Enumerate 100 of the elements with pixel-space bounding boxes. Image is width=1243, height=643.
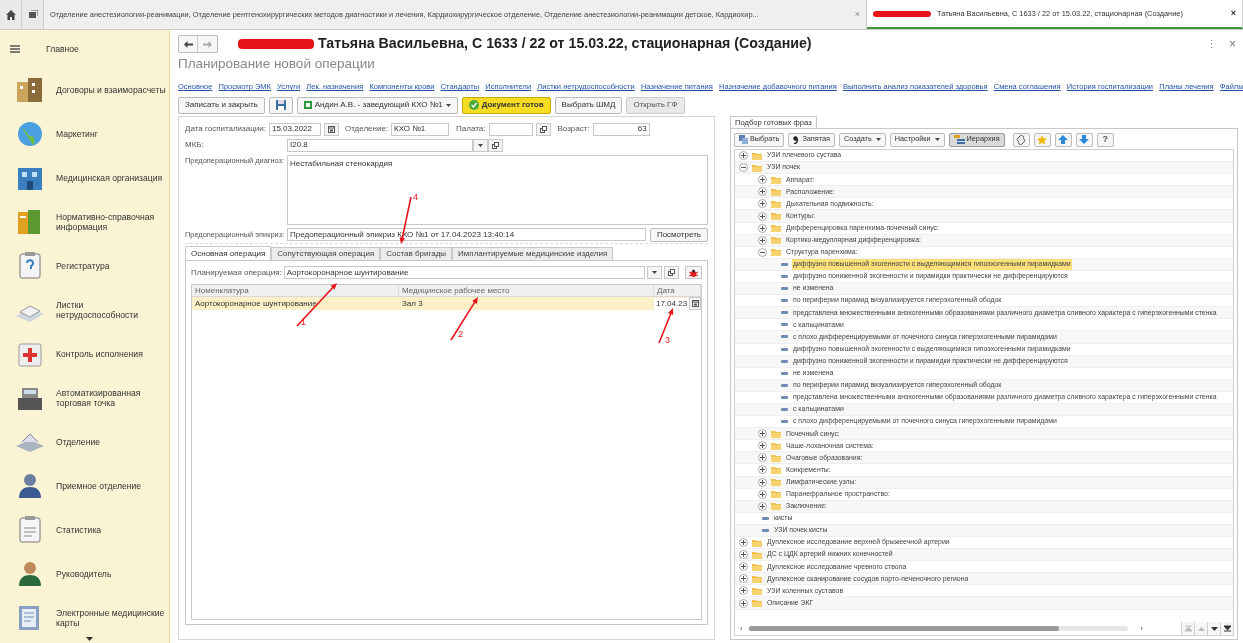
redaction-mark <box>873 10 931 17</box>
caret-down-icon <box>652 271 657 274</box>
field-label: Палата: <box>456 123 486 135</box>
sidebar-item[interactable]: Договоры и взаиморасчеты <box>56 85 166 95</box>
arrow-down-icon <box>1210 625 1218 632</box>
tool-button[interactable] <box>685 266 702 279</box>
dash-icon <box>781 299 788 303</box>
tab[interactable]: Сопутствующая операция <box>271 247 381 261</box>
sidebar-item[interactable]: Приемное отделение <box>56 481 166 491</box>
stack-icon <box>27 9 38 20</box>
date-field[interactable]: 15.03.2022 <box>268 122 321 136</box>
field-label: Дата госпитализации: <box>185 123 266 135</box>
input-field[interactable]: 63 <box>592 122 650 136</box>
sidebar-item[interactable]: Регистратура <box>56 261 166 271</box>
dash-icon <box>781 359 788 363</box>
folder-icon <box>752 538 762 547</box>
open-button[interactable] <box>664 266 679 279</box>
calendar-icon <box>327 125 335 133</box>
sidebar-item[interactable]: Листки нетрудоспособности <box>56 300 166 320</box>
folder-icon <box>771 248 781 257</box>
toolbar-button[interactable] <box>1012 132 1030 147</box>
horizontal-scrollbar-icon <box>739 625 1144 632</box>
sidebar-item[interactable]: Главное <box>46 44 156 54</box>
caret-down-icon <box>875 138 881 141</box>
dash-icon <box>781 420 788 424</box>
folder-icon <box>752 599 762 607</box>
field-label: МКБ: <box>185 139 205 151</box>
table-row[interactable]: Аортокоронарное шунтирование Зал 3 17.04.23 <box>192 297 701 310</box>
toolbar-button[interactable] <box>1075 132 1093 147</box>
sidebar-item[interactable]: Электронные медицинские карты <box>56 608 166 628</box>
dash-icon <box>762 528 769 532</box>
toolbar-button[interactable]: Выбрать ШМД <box>554 96 623 114</box>
sidebar-item[interactable]: Статистика <box>56 525 166 535</box>
field-label: Планируемая операция: <box>191 266 282 279</box>
sidebar-item[interactable]: Руководитель <box>56 569 166 579</box>
open-window-icon <box>668 269 675 276</box>
folder-icon <box>771 236 781 245</box>
dash-icon <box>781 395 788 399</box>
calendar-button[interactable] <box>323 122 339 136</box>
folder-icon <box>771 429 781 438</box>
view-button[interactable]: Посмотреть <box>649 227 708 242</box>
sidebar-item[interactable]: Медицинская организация <box>56 173 166 183</box>
sidebar-item[interactable]: Нормативно-справочная информация <box>56 212 166 232</box>
form-subtitle: Планирование новой операции <box>178 54 375 73</box>
toolbar-button[interactable]: Записать и закрыть <box>178 96 265 114</box>
star-icon <box>1037 134 1048 145</box>
caret-down-icon <box>934 138 940 141</box>
check-circle-icon <box>468 100 479 110</box>
dropdown-button[interactable] <box>473 138 488 152</box>
input-field[interactable] <box>488 122 533 136</box>
close-button[interactable]: × <box>1230 6 1236 21</box>
input-field[interactable]: КХО №1 <box>391 122 450 136</box>
tab[interactable]: Имплантируемые медицинские изделия <box>452 247 614 261</box>
dash-icon <box>781 347 788 351</box>
table-cell-text: Аортокоронарное шунтирование <box>194 297 318 310</box>
toolbar-button[interactable]: Открыть ГФ <box>626 96 685 114</box>
annotation-number: 2 <box>458 330 463 339</box>
dash-icon <box>781 323 788 327</box>
menu-icon <box>10 45 20 53</box>
sidebar-item[interactable]: Контроль исполнения <box>56 349 166 359</box>
dash-icon <box>781 371 788 375</box>
scroll-button[interactable] <box>1220 622 1233 635</box>
sidebar-item[interactable]: Маркетинг <box>56 129 166 139</box>
open-button[interactable] <box>535 122 551 136</box>
table-cell-text: Зал 3 <box>401 297 424 310</box>
to-bottom-icon <box>1223 625 1231 632</box>
caret-down-icon <box>478 143 483 147</box>
operation-field[interactable]: Аортокоронарное шунтирование <box>283 266 645 279</box>
dropdown-button[interactable] <box>647 266 662 279</box>
dash-icon <box>781 262 788 266</box>
comma-icon <box>793 135 799 144</box>
save-button[interactable] <box>268 96 293 114</box>
sidebar-item[interactable]: Автоматизированная торговая точка <box>56 388 166 408</box>
scroll-button[interactable] <box>1207 622 1220 635</box>
calendar-icon <box>691 300 699 307</box>
folder-icon <box>771 187 781 196</box>
annotation-arrow <box>450 297 478 341</box>
beetle-icon <box>689 268 698 277</box>
arrow-up-icon <box>1197 625 1205 632</box>
toolbar-button[interactable] <box>1054 132 1072 147</box>
field-label: Возраст: <box>557 123 590 135</box>
dash-icon <box>781 383 788 387</box>
open-button[interactable] <box>488 138 503 152</box>
author-dropdown[interactable]: Андин А.В. - заведующий КХО №1 <box>296 96 458 114</box>
folder-icon <box>752 562 762 571</box>
arrow-right-icon <box>203 40 212 48</box>
date-input[interactable]: 17.04.23 <box>654 297 690 310</box>
dash-icon <box>781 287 788 291</box>
document-ready-button[interactable]: Документ готов <box>461 96 551 114</box>
close-button[interactable]: × <box>1229 35 1236 53</box>
field-label: Отделение: <box>344 123 389 135</box>
dash-icon <box>781 275 788 278</box>
sidebar-item[interactable]: Отделение <box>56 437 166 447</box>
more-button[interactable]: ⋮ <box>1206 35 1217 53</box>
tab[interactable]: Состав бригады <box>380 247 453 261</box>
arrow-left-icon <box>183 40 193 48</box>
square-icon <box>303 101 312 109</box>
calendar-button[interactable] <box>689 297 701 310</box>
help-button[interactable]: ? <box>1096 132 1114 147</box>
icd-field[interactable]: I20.8 <box>287 138 473 152</box>
